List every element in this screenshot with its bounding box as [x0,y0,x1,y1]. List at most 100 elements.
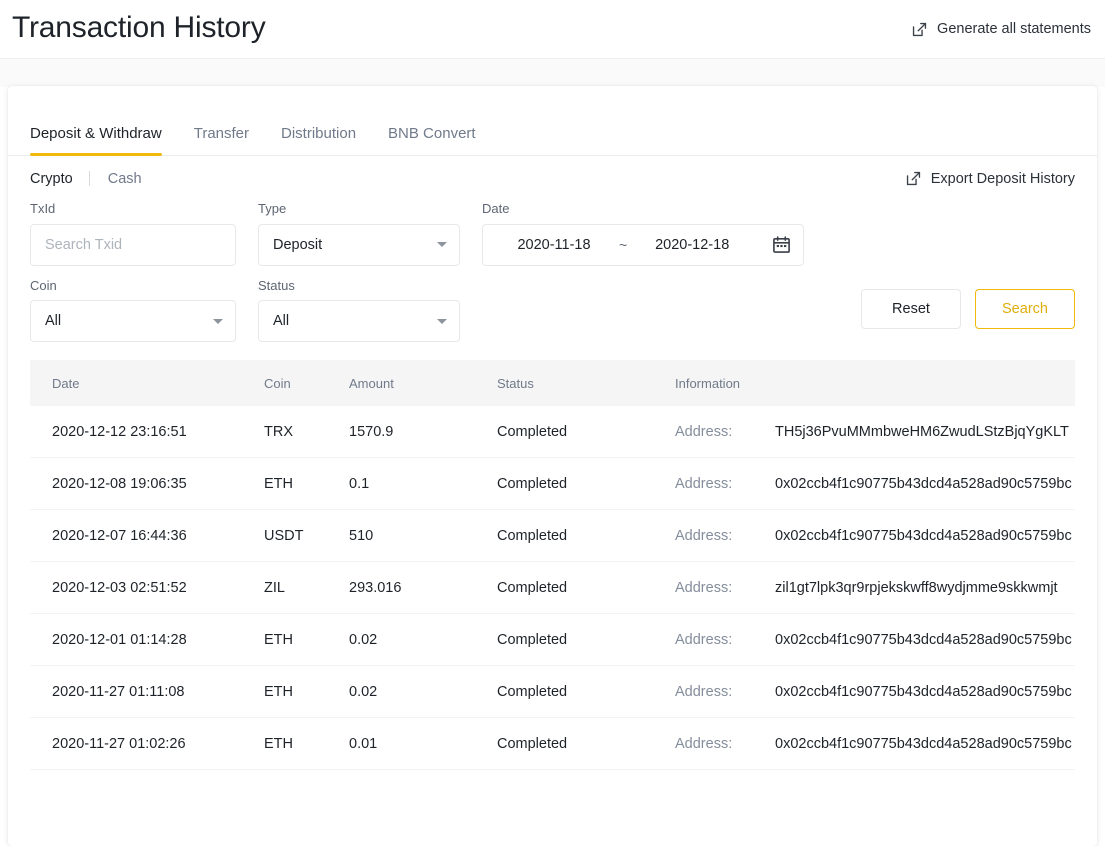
table-row[interactable]: 2020-11-27 01:02:26 ETH 0.01 Completed A… [30,717,1075,771]
cell-amount: 293.016 [349,561,497,615]
export-deposit-history-label: Export Deposit History [930,170,1075,187]
cell-date: 2020-12-01 01:14:28 [30,613,264,667]
search-txid-placeholder: Search Txid [45,236,123,253]
filter-action-buttons: Reset Search [861,289,1075,329]
address-label: Address: [675,736,733,753]
page-background-strip [0,58,1105,87]
field-coin: Coin All [30,278,236,343]
address-label: Address: [675,632,733,649]
address-label: Address: [675,580,733,597]
calendar-icon[interactable] [772,235,791,254]
cell-amount: 510 [349,509,497,563]
tab-transfer-label: Transfer [193,125,250,142]
type-select[interactable]: Deposit [258,223,460,266]
reset-button[interactable]: Reset [861,289,961,329]
field-txid: TxId Search Txid [30,201,236,266]
status-select-value: All [273,313,290,330]
cell-status: Completed [497,509,675,563]
tab-bnb-convert[interactable]: BNB Convert [388,125,476,155]
search-button[interactable]: Search [975,289,1075,329]
date-label: Date [482,201,510,216]
cell-date: 2020-12-12 23:16:51 [30,406,264,459]
page-header: Transaction History Generate all stateme… [0,0,1105,58]
cell-status: Completed [497,457,675,511]
cell-information: Address: zil1gt7lpk3qr9rpjekskwff8wydjmme… [675,561,1075,615]
subtab-cash-label: Cash [107,170,142,187]
tab-distribution[interactable]: Distribution [281,125,356,155]
column-header-coin: Coin [264,360,349,407]
cell-coin: ZIL [264,561,349,615]
coin-select[interactable]: All [30,300,236,343]
address-value: zil1gt7lpk3qr9rpjekskwff8wydjmme9skkwmjt [775,580,1058,597]
status-label: Status [258,277,295,293]
address-value: 0x02ccb4f1c90775b43dcd4a528ad90c5759bc [775,632,1072,649]
subtabs: Crypto Cash [30,171,142,187]
transactions-table-wrapper: Date Coin Amount Status Information 2020… [30,360,1075,771]
tab-deposit-withdraw[interactable]: Deposit & Withdraw [30,125,162,156]
cell-status: Completed [497,665,675,719]
cell-coin: ETH [264,665,349,719]
date-start-input[interactable]: 2020-11-18 [493,237,615,253]
address-label: Address: [675,528,733,545]
table-body: 2020-12-12 23:16:51 TRX 1570.9 Completed… [30,406,1075,771]
cell-coin: ETH [264,613,349,667]
cell-date: 2020-12-08 19:06:35 [30,457,264,511]
coin-label: Coin [30,277,57,293]
cell-status: Completed [497,613,675,667]
table-header-row: Date Coin Amount Status Information [30,360,1075,407]
table-header: Date Coin Amount Status Information [30,360,1075,407]
field-type: Type Deposit [258,201,460,266]
transactions-table: Date Coin Amount Status Information 2020… [30,360,1075,771]
subtab-crypto[interactable]: Crypto [30,171,89,187]
external-link-icon [905,170,922,187]
external-link-icon [911,21,928,38]
search-button-label: Search [1002,301,1048,317]
address-value: 0x02ccb4f1c90775b43dcd4a528ad90c5759bc [775,684,1072,701]
tab-transfer[interactable]: Transfer [194,125,249,155]
address-label: Address: [675,684,733,701]
cell-amount: 0.02 [349,613,497,667]
column-header-date: Date [30,360,264,407]
tab-distribution-label: Distribution [281,125,357,142]
filters-row-1: TxId Search Txid Type Deposit Date 2020-… [30,201,1075,266]
column-header-amount: Amount [349,360,497,407]
subtab-row: Crypto Cash Export Deposit History [8,156,1097,187]
cell-coin: TRX [264,406,349,459]
table-row[interactable]: 2020-11-27 01:11:08 ETH 0.02 Completed A… [30,665,1075,719]
export-deposit-history-button[interactable]: Export Deposit History [905,170,1075,187]
field-status: Status All [258,278,460,343]
cell-date: 2020-12-03 02:51:52 [30,561,264,615]
cell-information: Address: 0x02ccb4f1c90775b43dcd4a528ad90c… [675,613,1075,667]
cell-information: Address: 0x02ccb4f1c90775b43dcd4a528ad90c… [675,717,1075,771]
date-end-input[interactable]: 2020-12-18 [631,237,753,253]
cell-amount: 0.1 [349,457,497,511]
search-txid-input[interactable]: Search Txid [30,223,236,266]
cell-status: Completed [497,406,675,459]
filters-panel: TxId Search Txid Type Deposit Date 2020-… [8,187,1097,343]
cell-date: 2020-12-07 16:44:36 [30,509,264,563]
address-label: Address: [675,424,733,441]
table-row[interactable]: 2020-12-07 16:44:36 USDT 510 Completed A… [30,509,1075,563]
type-select-value: Deposit [273,236,323,253]
cell-information: Address: 0x02ccb4f1c90775b43dcd4a528ad90c… [675,665,1075,719]
table-row[interactable]: 2020-12-03 02:51:52 ZIL 293.016 Complete… [30,561,1075,615]
cell-coin: ETH [264,717,349,771]
status-select[interactable]: All [258,300,460,343]
chevron-down-icon [437,318,447,324]
subtab-cash[interactable]: Cash [90,171,142,187]
coin-select-value: All [45,313,62,330]
cell-information: Address: 0x02ccb4f1c90775b43dcd4a528ad90c… [675,457,1075,511]
address-value: 0x02ccb4f1c90775b43dcd4a528ad90c5759bc [775,736,1072,753]
cell-information: Address: TH5j36PvuMMmbweHM6ZwudLStzBjqYgK… [675,406,1075,459]
subtab-crypto-label: Crypto [30,170,73,187]
cell-amount: 1570.9 [349,406,497,459]
date-range-picker[interactable]: 2020-11-18 ~ 2020-12-18 [482,223,804,266]
date-range-separator: ~ [619,236,628,253]
cell-status: Completed [497,561,675,615]
table-row[interactable]: 2020-12-12 23:16:51 TRX 1570.9 Completed… [30,406,1075,459]
tab-bnb-convert-label: BNB Convert [388,125,476,142]
table-row[interactable]: 2020-12-01 01:14:28 ETH 0.02 Completed A… [30,613,1075,667]
generate-all-statements-button[interactable]: Generate all statements [911,21,1097,38]
table-row[interactable]: 2020-12-08 19:06:35 ETH 0.1 Completed Ad… [30,457,1075,511]
address-label: Address: [675,476,733,493]
